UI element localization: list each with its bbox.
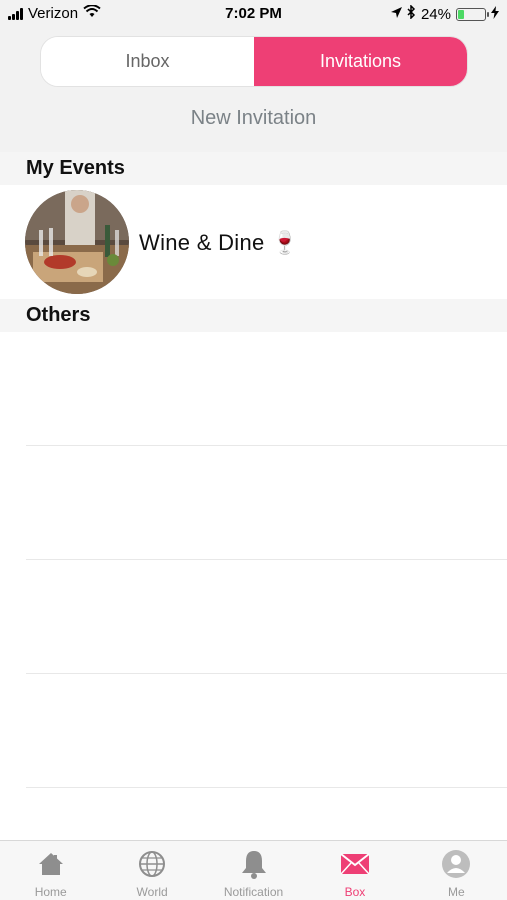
tab-bar: Home World Notification Box Me	[0, 840, 507, 900]
header-area: Inbox Invitations New Invitation	[0, 28, 507, 152]
others-list	[0, 332, 507, 788]
segmented-control: Inbox Invitations	[40, 36, 468, 87]
mail-icon	[340, 849, 370, 879]
section-header-others: Others	[0, 299, 507, 332]
list-item	[26, 332, 507, 446]
battery-percent: 24%	[420, 5, 451, 23]
list-item	[26, 446, 507, 560]
tab-world-label: World	[136, 885, 168, 899]
charging-icon	[491, 5, 499, 23]
user-icon	[441, 849, 471, 879]
bluetooth-icon	[407, 4, 416, 23]
status-right: 24%	[390, 4, 499, 23]
section-header-my-events: My Events	[0, 152, 507, 185]
battery-icon	[456, 7, 489, 21]
location-icon	[390, 6, 402, 23]
tab-box[interactable]: Box	[304, 841, 405, 900]
event-row[interactable]: Wine & Dine 🍷	[0, 185, 507, 299]
new-invitation-button[interactable]: New Invitation	[0, 107, 507, 130]
tab-invitations[interactable]: Invitations	[254, 37, 467, 86]
tab-home[interactable]: Home	[0, 841, 101, 900]
tab-me[interactable]: Me	[406, 841, 507, 900]
list-item	[26, 560, 507, 674]
event-photo	[25, 190, 129, 294]
tab-home-label: Home	[34, 885, 67, 899]
tab-me-label: Me	[447, 885, 465, 899]
globe-icon	[137, 849, 167, 879]
status-bar: Verizon 7:02 PM 24%	[0, 0, 507, 28]
tab-world[interactable]: World	[101, 841, 202, 900]
tab-inbox[interactable]: Inbox	[41, 37, 254, 86]
home-icon	[36, 849, 66, 879]
tab-notification-label: Notification	[223, 885, 284, 899]
event-title: Wine & Dine 🍷	[139, 230, 299, 255]
bell-icon	[239, 849, 269, 879]
tab-notification[interactable]: Notification	[203, 841, 304, 900]
list-item	[26, 674, 507, 788]
tab-box-label: Box	[344, 885, 366, 899]
